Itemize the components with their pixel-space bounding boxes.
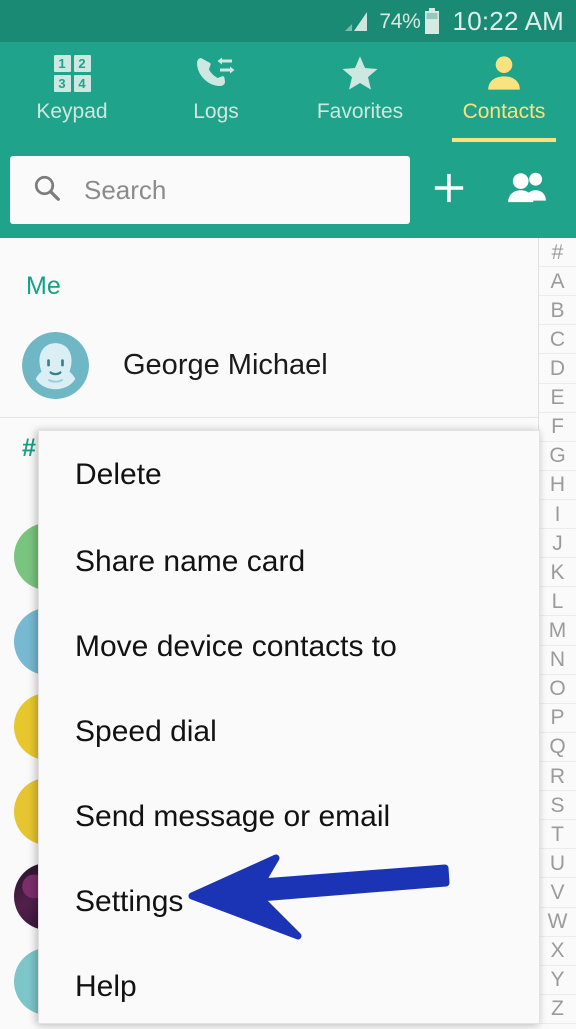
tab-contacts-label: Contacts bbox=[462, 100, 546, 123]
me-contact-name: George Michael bbox=[123, 349, 328, 381]
index-item-I[interactable]: I bbox=[539, 500, 576, 530]
search-input[interactable]: Search bbox=[10, 156, 410, 224]
index-item-K[interactable]: K bbox=[539, 558, 576, 588]
index-item-E[interactable]: E bbox=[539, 384, 576, 413]
index-item-T[interactable]: T bbox=[539, 820, 576, 850]
menu-item-delete[interactable]: Delete bbox=[39, 431, 539, 519]
menu-item-send-message-or-email[interactable]: Send message or email bbox=[39, 774, 539, 859]
index-item-G[interactable]: G bbox=[539, 442, 576, 471]
clock-label: 10:22 AM bbox=[452, 6, 564, 36]
menu-item-speed-dial[interactable]: Speed dial bbox=[39, 689, 539, 774]
tab-favorites[interactable]: Favorites bbox=[288, 42, 432, 142]
tab-keypad[interactable]: 1 2 3 4 Keypad bbox=[0, 42, 144, 142]
index-item-R[interactable]: R bbox=[539, 762, 576, 792]
index-item-M[interactable]: M bbox=[539, 616, 576, 646]
index-item-Q[interactable]: Q bbox=[539, 733, 576, 762]
signal-bars-icon bbox=[343, 9, 369, 33]
index-item-Z[interactable]: Z bbox=[539, 995, 576, 1024]
keypad-key-1: 1 bbox=[53, 54, 71, 72]
groups-button[interactable] bbox=[488, 169, 566, 212]
tab-logs-label: Logs bbox=[193, 100, 239, 123]
index-item-D[interactable]: D bbox=[539, 354, 576, 384]
battery-percent-label: 74% bbox=[379, 9, 421, 33]
index-item-U[interactable]: U bbox=[539, 849, 576, 879]
tab-bar: 1 2 3 4 Keypad Logs Favorites Contacts bbox=[0, 42, 576, 142]
keypad-key-3: 3 bbox=[53, 74, 71, 92]
menu-item-help[interactable]: Help bbox=[39, 944, 539, 1029]
index-item-F[interactable]: F bbox=[539, 413, 576, 442]
index-item-Y[interactable]: Y bbox=[539, 966, 576, 995]
search-row: Search bbox=[0, 142, 576, 238]
call-logs-icon bbox=[195, 52, 237, 94]
menu-item-move-device-contacts-to[interactable]: Move device contacts to bbox=[39, 604, 539, 689]
index-item-C[interactable]: C bbox=[539, 325, 576, 355]
overflow-popup-menu: Delete Share name card Move device conta… bbox=[38, 430, 540, 1024]
tab-keypad-label: Keypad bbox=[36, 100, 108, 123]
battery-icon bbox=[424, 8, 440, 34]
keypad-key-4: 4 bbox=[73, 74, 91, 92]
menu-item-settings[interactable]: Settings bbox=[39, 859, 539, 944]
add-contact-button[interactable] bbox=[410, 168, 488, 213]
section-header-hash: # bbox=[22, 434, 36, 462]
keypad-icon: 1 2 3 4 bbox=[53, 52, 91, 94]
index-item-V[interactable]: V bbox=[539, 878, 576, 908]
index-item-P[interactable]: P bbox=[539, 704, 576, 733]
tab-logs[interactable]: Logs bbox=[144, 42, 288, 142]
status-bar: 74% 10:22 AM bbox=[0, 0, 576, 42]
me-contact-row[interactable]: George Michael bbox=[0, 332, 328, 399]
index-item-A[interactable]: A bbox=[539, 267, 576, 297]
tab-contacts[interactable]: Contacts bbox=[432, 42, 576, 142]
tab-favorites-label: Favorites bbox=[316, 100, 404, 123]
menu-item-share-name-card[interactable]: Share name card bbox=[39, 519, 539, 604]
search-icon bbox=[32, 173, 62, 208]
me-section-header: Me bbox=[26, 272, 61, 300]
index-item-S[interactable]: S bbox=[539, 791, 576, 821]
search-placeholder: Search bbox=[84, 174, 167, 205]
groups-icon bbox=[505, 169, 549, 212]
default-person-avatar bbox=[22, 332, 89, 399]
index-item-N[interactable]: N bbox=[539, 646, 576, 675]
index-item-J[interactable]: J bbox=[539, 529, 576, 559]
index-item-O[interactable]: O bbox=[539, 675, 576, 704]
me-section: Me George Michael bbox=[0, 238, 538, 418]
index-item-H[interactable]: H bbox=[539, 471, 576, 500]
plus-icon bbox=[429, 168, 469, 213]
index-item-X[interactable]: X bbox=[539, 937, 576, 966]
keypad-key-2: 2 bbox=[73, 54, 91, 72]
index-item-W[interactable]: W bbox=[539, 908, 576, 937]
index-item-B[interactable]: B bbox=[539, 296, 576, 326]
person-icon bbox=[484, 52, 524, 94]
index-item-#[interactable]: # bbox=[539, 238, 576, 268]
star-icon bbox=[339, 52, 381, 94]
index-item-L[interactable]: L bbox=[539, 587, 576, 617]
alphabet-index-bar[interactable]: # A B C D E F G H I J K L M N O P Q R S T U V W X Y Z bbox=[538, 238, 576, 1024]
